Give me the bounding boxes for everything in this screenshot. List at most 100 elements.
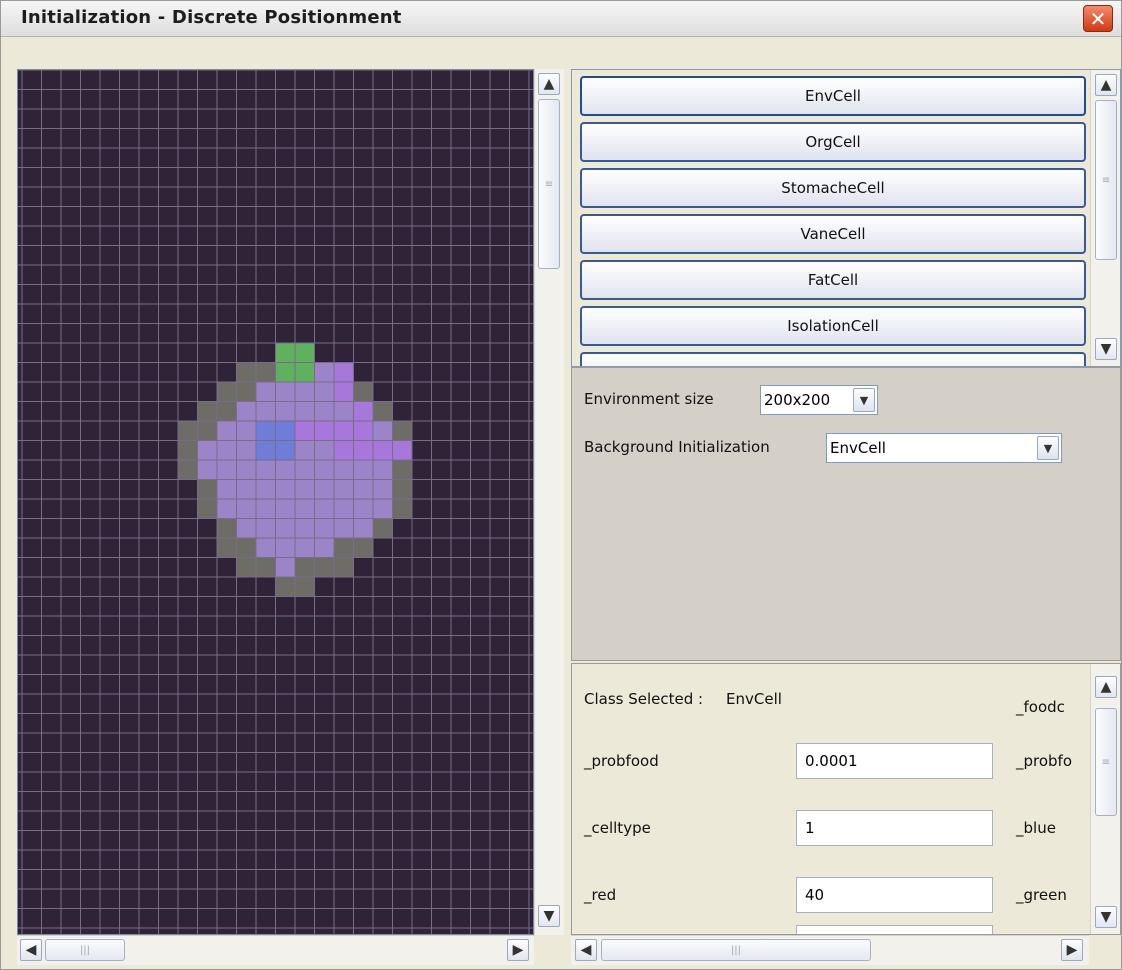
grid-cell-head[interactable] — [295, 343, 315, 363]
background-initialization-select[interactable]: EnvCell ▼ — [826, 433, 1062, 463]
scroll-thumb[interactable]: ||| — [601, 939, 871, 961]
grid-cell-body[interactable] — [236, 479, 257, 500]
grid-cell-membrane[interactable] — [334, 538, 354, 558]
title-bar[interactable]: Initialization - Discrete Positionment ✕ — [1, 1, 1121, 37]
grid-cell-nucleus[interactable] — [275, 440, 296, 461]
grid-cell-body[interactable] — [314, 440, 335, 461]
grid-cell-body[interactable] — [314, 518, 335, 539]
grid-horizontal-scrollbar[interactable]: ◀ ||| ▶ — [17, 935, 534, 965]
grid-cell-nucleus[interactable] — [275, 421, 296, 441]
grid-cell-vessel[interactable] — [353, 421, 374, 441]
grid-cell-body[interactable] — [275, 401, 296, 422]
grid-cell-membrane[interactable] — [392, 421, 413, 441]
grid-cell-body[interactable] — [217, 460, 237, 480]
grid-cell-body[interactable] — [236, 460, 257, 480]
grid-view[interactable] — [17, 69, 534, 935]
grid-cell-membrane[interactable] — [197, 401, 218, 422]
property-field-red[interactable] — [796, 877, 993, 913]
grid-cell-body[interactable] — [295, 460, 315, 480]
grid-vertical-scrollbar[interactable]: ▲ ≡ ▼ — [534, 69, 564, 935]
chevron-down-icon[interactable]: ▼ — [1037, 436, 1059, 460]
grid-cell-membrane[interactable] — [314, 557, 335, 578]
grid-cell-membrane[interactable] — [353, 382, 374, 402]
grid-cell-membrane[interactable] — [373, 518, 393, 539]
grid-cell-vessel[interactable] — [334, 362, 354, 383]
grid-cell-membrane[interactable] — [295, 557, 315, 578]
grid-cell-nucleus[interactable] — [256, 421, 276, 441]
scroll-up-button[interactable]: ▲ — [1095, 676, 1117, 698]
grid-cell-body[interactable] — [275, 460, 296, 480]
grid-cell-body[interactable] — [373, 499, 393, 519]
scroll-down-button[interactable]: ▼ — [1095, 906, 1117, 928]
scroll-right-button[interactable]: ▶ — [1061, 939, 1083, 961]
properties-vertical-scrollbar[interactable]: ▲ ≡ ▼ — [1090, 664, 1120, 934]
properties-horizontal-scrollbar[interactable]: ◀ ||| ▶ — [571, 935, 1089, 965]
grid-cell-body[interactable] — [314, 499, 335, 519]
grid-cell-body[interactable] — [373, 421, 393, 441]
grid-cell-body[interactable] — [295, 479, 315, 500]
grid-cell-vessel[interactable] — [314, 421, 335, 441]
grid-cell-body[interactable] — [256, 401, 276, 422]
scroll-left-button[interactable]: ◀ — [575, 939, 597, 961]
grid-cell-vessel[interactable] — [392, 440, 413, 461]
property-field-probfood[interactable] — [796, 743, 993, 779]
grid-cell-vessel[interactable] — [334, 382, 354, 402]
grid-cell-membrane[interactable] — [373, 401, 393, 422]
grid-cell-body[interactable] — [275, 557, 296, 578]
grid-cell-body[interactable] — [334, 460, 354, 480]
property-field-partial[interactable] — [796, 925, 993, 934]
class-button-envcell[interactable]: EnvCell — [580, 76, 1086, 116]
grid-cell-body[interactable] — [236, 518, 257, 539]
grid-cell-body[interactable] — [256, 460, 276, 480]
grid-cell-body[interactable] — [256, 538, 276, 558]
scroll-up-button[interactable]: ▲ — [1095, 74, 1117, 96]
grid-cell-body[interactable] — [217, 440, 237, 461]
scroll-down-button[interactable]: ▼ — [538, 905, 560, 927]
grid-cell-body[interactable] — [217, 421, 237, 441]
scroll-thumb[interactable]: ||| — [45, 939, 125, 961]
grid-cell-body[interactable] — [275, 538, 296, 558]
grid-cell-body[interactable] — [314, 460, 335, 480]
grid-cell-body[interactable] — [275, 518, 296, 539]
grid-cell-membrane[interactable] — [217, 538, 237, 558]
scroll-down-button[interactable]: ▼ — [1095, 338, 1117, 360]
grid-cell-vessel[interactable] — [295, 421, 315, 441]
grid-cell-body[interactable] — [197, 440, 218, 461]
grid-cell-body[interactable] — [334, 479, 354, 500]
grid-cell-body[interactable] — [314, 382, 335, 402]
grid-cell-body[interactable] — [256, 499, 276, 519]
grid-cell-body[interactable] — [217, 499, 237, 519]
grid-cell-body[interactable] — [314, 401, 335, 422]
property-field-celltype[interactable] — [796, 810, 993, 846]
grid-cell-vessel[interactable] — [353, 440, 374, 461]
chevron-down-icon[interactable]: ▼ — [853, 388, 875, 412]
grid-cell-membrane[interactable] — [197, 421, 218, 441]
grid-cell-nucleus[interactable] — [256, 440, 276, 461]
class-button-vanecell[interactable]: VaneCell — [580, 214, 1086, 254]
grid-cell-body[interactable] — [353, 479, 374, 500]
grid-cell-body[interactable] — [236, 401, 257, 422]
grid-cell-body[interactable] — [295, 401, 315, 422]
grid-cell-body[interactable] — [275, 382, 296, 402]
grid-cell-body[interactable] — [295, 499, 315, 519]
grid-cell-body[interactable] — [373, 460, 393, 480]
grid-cell-body[interactable] — [275, 499, 296, 519]
scroll-thumb[interactable]: ≡ — [1095, 708, 1117, 816]
grid-cell-body[interactable] — [256, 479, 276, 500]
grid-cell-body[interactable] — [236, 440, 257, 461]
grid-cell-body[interactable] — [334, 518, 354, 539]
grid-cell-vessel[interactable] — [334, 421, 354, 441]
scroll-thumb[interactable]: ≡ — [1095, 100, 1117, 260]
grid-cell-body[interactable] — [295, 538, 315, 558]
close-button[interactable]: ✕ — [1083, 5, 1113, 32]
grid-cell-vessel[interactable] — [334, 440, 354, 461]
grid-cell-body[interactable] — [197, 460, 218, 480]
grid-cell-membrane[interactable] — [217, 401, 237, 422]
grid-cell-membrane[interactable] — [334, 557, 354, 578]
grid-cell-body[interactable] — [373, 479, 393, 500]
grid-cell-body[interactable] — [353, 518, 374, 539]
grid-cell-membrane[interactable] — [236, 362, 257, 383]
class-button-isolationcell[interactable]: IsolationCell — [580, 306, 1086, 346]
grid-cell-body[interactable] — [256, 518, 276, 539]
grid-cell-body[interactable] — [314, 362, 335, 383]
